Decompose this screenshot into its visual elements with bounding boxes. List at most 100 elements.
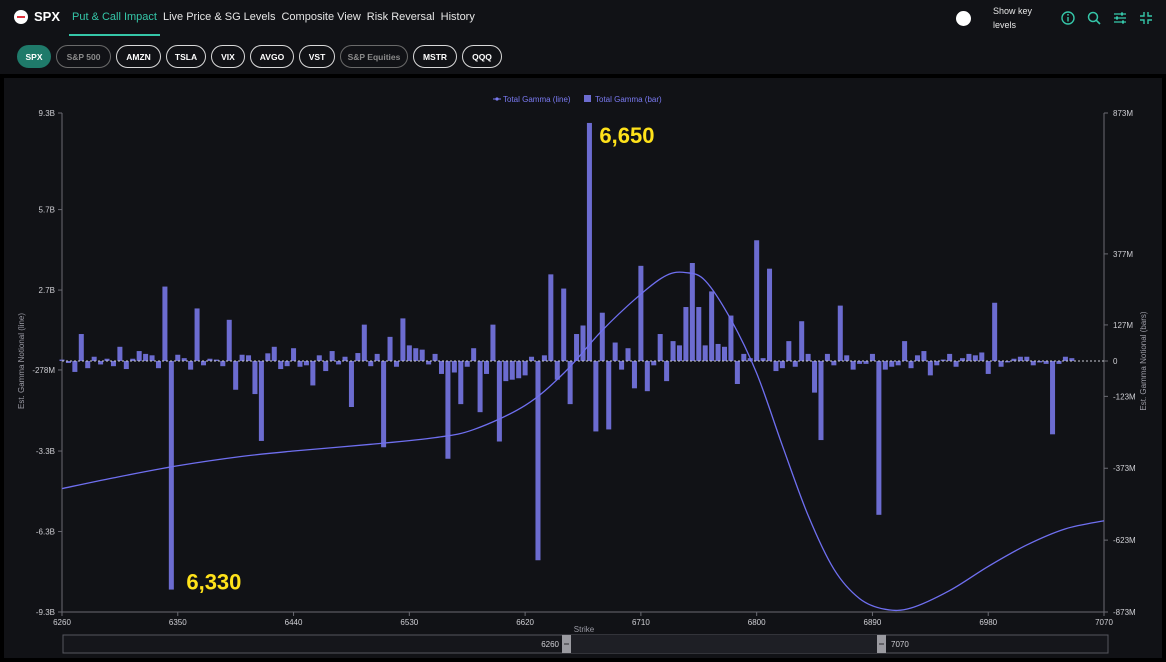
- gamma-bar: [908, 361, 914, 369]
- gamma-bar: [548, 274, 554, 361]
- gamma-bar: [323, 361, 329, 372]
- gamma-bar: [786, 341, 792, 361]
- gamma-bar: [348, 361, 354, 408]
- gamma-bar: [992, 302, 998, 361]
- gamma-bar: [297, 361, 303, 367]
- ticker-chip-qqq[interactable]: QQQ: [462, 45, 502, 68]
- legend-bar-label[interactable]: Total Gamma (bar): [595, 95, 662, 104]
- gamma-bar: [972, 355, 978, 361]
- y-left-tick-label: -9.3B: [36, 608, 55, 617]
- gamma-bar: [612, 342, 618, 361]
- gamma-bar: [265, 353, 271, 361]
- gamma-bar: [580, 325, 586, 361]
- show-key-levels-toggle[interactable]: [956, 11, 971, 26]
- y-right-tick-label: -123M: [1113, 392, 1136, 401]
- gamma-bar: [921, 351, 927, 361]
- gamma-bar: [689, 262, 695, 361]
- gamma-chart: Total Gamma (line) Total Gamma (bar) 9.3…: [17, 95, 1148, 654]
- gamma-bar: [683, 307, 689, 361]
- tab-risk-reversal[interactable]: Risk Reversal: [364, 0, 438, 36]
- gamma-bar: [844, 355, 850, 361]
- gamma-bar: [625, 348, 631, 361]
- info-icon[interactable]: [1060, 10, 1076, 26]
- range-slider[interactable]: 6260 7070: [62, 634, 1109, 654]
- x-tick-label: 6980: [979, 618, 997, 627]
- gamma-bar: [953, 361, 959, 367]
- gamma-bar: [1024, 356, 1030, 361]
- tab-composite-view[interactable]: Composite View: [278, 0, 363, 36]
- gamma-bar: [406, 345, 412, 361]
- x-tick-label: 6530: [400, 618, 418, 627]
- gamma-bar: [599, 312, 605, 361]
- ticker-chip-sp500[interactable]: S&P 500: [56, 45, 111, 68]
- strike-annotation: 6,330: [186, 570, 241, 595]
- gamma-bar: [818, 361, 824, 441]
- ticker-chip-avgo[interactable]: AVGO: [250, 45, 294, 68]
- gamma-bar: [895, 361, 901, 366]
- tab-live-price[interactable]: Live Price & SG Levels: [160, 0, 279, 36]
- gamma-bar: [477, 361, 483, 413]
- search-icon[interactable]: [1086, 10, 1102, 26]
- gamma-bar: [927, 361, 933, 376]
- y-right-tick-label: 377M: [1113, 250, 1133, 259]
- gamma-bar: [638, 265, 644, 361]
- gamma-bar: [336, 361, 342, 365]
- brand[interactable]: SPX: [14, 9, 60, 24]
- y-right-tick-label: 127M: [1113, 321, 1133, 330]
- y-left-tick-label: 5.7B: [39, 206, 55, 215]
- gamma-bar: [175, 354, 181, 361]
- ticker-chip-vix[interactable]: VIX: [211, 45, 245, 68]
- gamma-bar: [374, 353, 380, 361]
- ticker-chip-vst[interactable]: VST: [299, 45, 335, 68]
- x-tick-label: 6440: [285, 618, 303, 627]
- chart-legend[interactable]: Total Gamma (line) Total Gamma (bar): [493, 95, 662, 104]
- gamma-bar: [882, 361, 888, 370]
- y-right-tick-label: -373M: [1113, 464, 1136, 473]
- settings-sliders-icon[interactable]: [1112, 10, 1128, 26]
- gamma-bar: [773, 361, 779, 372]
- gamma-bar: [188, 361, 194, 370]
- tab-history[interactable]: History: [438, 0, 478, 36]
- ticker-chip-tsla[interactable]: TSLA: [166, 45, 206, 68]
- gamma-bar: [812, 361, 818, 393]
- y-left-tick-label: -6.3B: [36, 528, 55, 537]
- gamma-bar: [902, 341, 908, 361]
- ticker-chip-spx[interactable]: SPX: [17, 45, 51, 68]
- brand-logo-icon: [14, 9, 28, 24]
- legend-line-label[interactable]: Total Gamma (line): [503, 95, 571, 104]
- range-slider-window[interactable]: [567, 635, 881, 653]
- gamma-bar: [471, 348, 477, 361]
- gamma-bar: [522, 361, 528, 376]
- gamma-bar: [947, 353, 953, 361]
- gamma-bar: [792, 361, 798, 367]
- gamma-bar: [1050, 361, 1056, 435]
- gamma-bar: [824, 353, 830, 361]
- y-right-tick-label: 0: [1113, 357, 1118, 366]
- gamma-bar: [509, 361, 515, 380]
- gamma-bar: [226, 319, 232, 361]
- gamma-bar: [168, 361, 174, 590]
- gamma-bar: [696, 307, 702, 361]
- gamma-bar: [496, 361, 502, 442]
- x-axis-title: Strike: [574, 625, 595, 634]
- gamma-bar: [310, 361, 316, 386]
- tab-put-call-impact[interactable]: Put & Call Impact: [69, 0, 160, 36]
- y-axis-left-title: Est. Gamma Notional (line): [17, 313, 26, 409]
- ticker-chip-sp-equities[interactable]: S&P Equities: [340, 45, 408, 68]
- gamma-bar: [239, 354, 245, 361]
- gamma-bar: [869, 353, 875, 361]
- ticker-chip-amzn[interactable]: AMZN: [116, 45, 161, 68]
- gamma-bar: [419, 349, 425, 361]
- x-tick-label: 6620: [516, 618, 534, 627]
- gamma-bar: [278, 361, 284, 370]
- strike-annotation: 6,650: [599, 123, 654, 148]
- gamma-bar: [876, 361, 882, 515]
- gamma-bar: [464, 361, 470, 367]
- gamma-bar: [644, 361, 650, 392]
- gamma-bar: [651, 361, 657, 366]
- gamma-bar: [779, 361, 785, 369]
- ticker-chip-mstr[interactable]: MSTR: [413, 45, 457, 68]
- y-right-tick-label: -873M: [1113, 608, 1136, 617]
- gamma-bar: [220, 361, 226, 367]
- collapse-icon[interactable]: [1138, 10, 1154, 26]
